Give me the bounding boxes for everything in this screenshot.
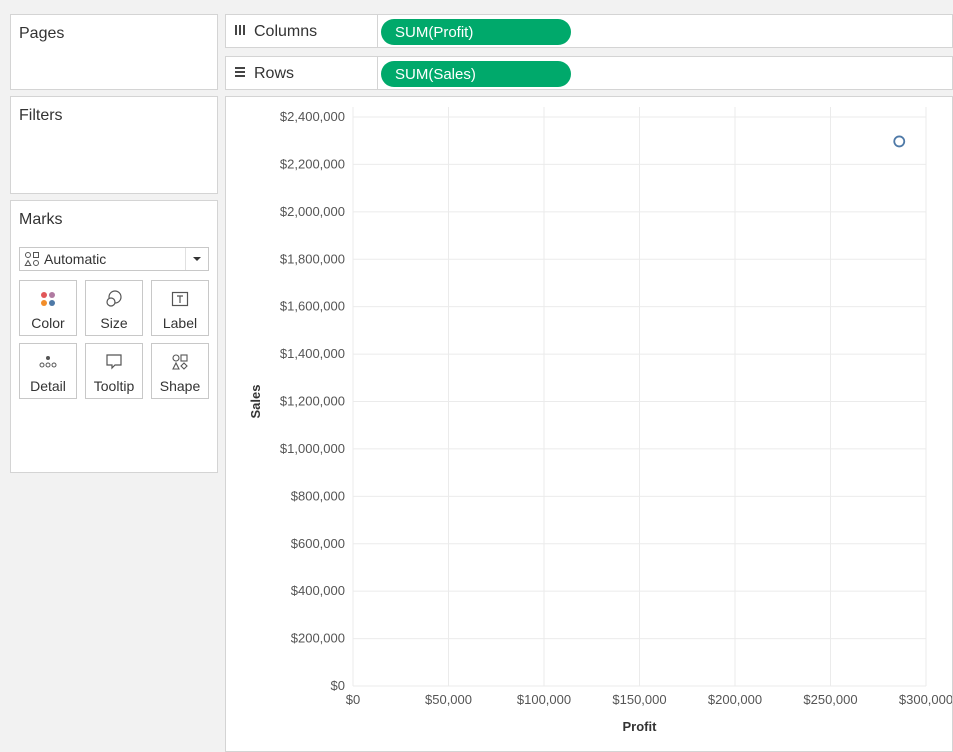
- tooltip-button[interactable]: Tooltip: [85, 343, 143, 399]
- x-tick-label: $300,000: [899, 692, 952, 707]
- shape-icon: [172, 354, 188, 370]
- x-tick-label: $100,000: [517, 692, 571, 707]
- size-icon: [106, 290, 122, 307]
- y-tick-label: $600,000: [291, 536, 345, 551]
- chart-area: $0 $200,000 $400,000 $600,000 $800,000 $1,000…: [225, 96, 953, 752]
- filters-card: Filters: [10, 96, 218, 194]
- label-text-icon: [171, 291, 189, 307]
- filters-title: Filters: [19, 107, 63, 124]
- y-tick-label: $2,000,000: [280, 204, 345, 219]
- columns-label: Columns: [254, 23, 318, 40]
- y-tick-label: $1,600,000: [280, 299, 345, 314]
- rows-shelf: Rows SUM(Sales): [225, 56, 953, 90]
- tooltip-speech-icon: [106, 354, 122, 370]
- scatter-point: [893, 135, 906, 148]
- shape-button-label: Shape: [159, 378, 201, 394]
- sales-pill[interactable]: SUM(Sales): [381, 61, 571, 87]
- y-tick-label: $200,000: [291, 631, 345, 646]
- shelf-divider: [377, 15, 378, 47]
- detail-button[interactable]: Detail: [19, 343, 77, 399]
- pages-title: Pages: [19, 25, 65, 42]
- y-tick-label: $800,000: [291, 488, 345, 503]
- color-button-label: Color: [31, 315, 65, 331]
- label-button-label: Label: [162, 315, 198, 331]
- size-button[interactable]: Size: [85, 280, 143, 336]
- rows-icon: [234, 65, 248, 83]
- columns-icon: [234, 23, 248, 41]
- y-tick-label: $1,200,000: [280, 394, 345, 409]
- x-axis-title: Profit: [623, 719, 658, 734]
- y-tick-label: $1,800,000: [280, 251, 345, 266]
- rows-label: Rows: [254, 65, 295, 82]
- chevron-down-icon[interactable]: [185, 248, 208, 270]
- x-tick-label: $200,000: [708, 692, 762, 707]
- shape-button[interactable]: Shape: [151, 343, 209, 399]
- y-tick-label: $1,400,000: [280, 346, 345, 361]
- columns-shelf: Columns SUM(Profit): [225, 14, 953, 48]
- color-button[interactable]: Color: [19, 280, 77, 336]
- shapes-icon: [24, 251, 40, 267]
- y-tick-label: $400,000: [291, 583, 345, 598]
- pages-card: Pages: [10, 14, 218, 90]
- y-axis-title: Sales: [248, 385, 263, 419]
- detail-dots-icon: [39, 356, 57, 368]
- tooltip-button-label: Tooltip: [93, 378, 135, 394]
- y-tick-label: $0: [331, 678, 345, 693]
- detail-button-label: Detail: [30, 378, 66, 394]
- y-tick-label: $2,400,000: [280, 109, 345, 124]
- x-tick-label: $0: [346, 692, 360, 707]
- shelf-divider: [377, 57, 378, 89]
- columns-shelf-label: Columns: [234, 23, 317, 41]
- y-tick-label: $2,200,000: [280, 156, 345, 171]
- rows-shelf-label: Rows: [234, 65, 294, 83]
- y-tick-label: $1,000,000: [280, 441, 345, 456]
- scatter-chart: $0 $200,000 $400,000 $600,000 $800,000 $1,000…: [248, 107, 952, 734]
- color-dots-icon: [41, 292, 55, 306]
- marks-card: Marks Automatic Color Size Label Detail …: [10, 200, 218, 473]
- marks-title: Marks: [19, 211, 63, 228]
- mark-type-label: Automatic: [44, 251, 107, 267]
- label-button[interactable]: Label: [151, 280, 209, 336]
- mark-type-dropdown[interactable]: Automatic: [19, 247, 209, 271]
- x-tick-label: $50,000: [425, 692, 472, 707]
- profit-pill[interactable]: SUM(Profit): [381, 19, 571, 45]
- size-button-label: Size: [100, 315, 128, 331]
- x-tick-label: $150,000: [612, 692, 666, 707]
- x-tick-label: $250,000: [803, 692, 857, 707]
